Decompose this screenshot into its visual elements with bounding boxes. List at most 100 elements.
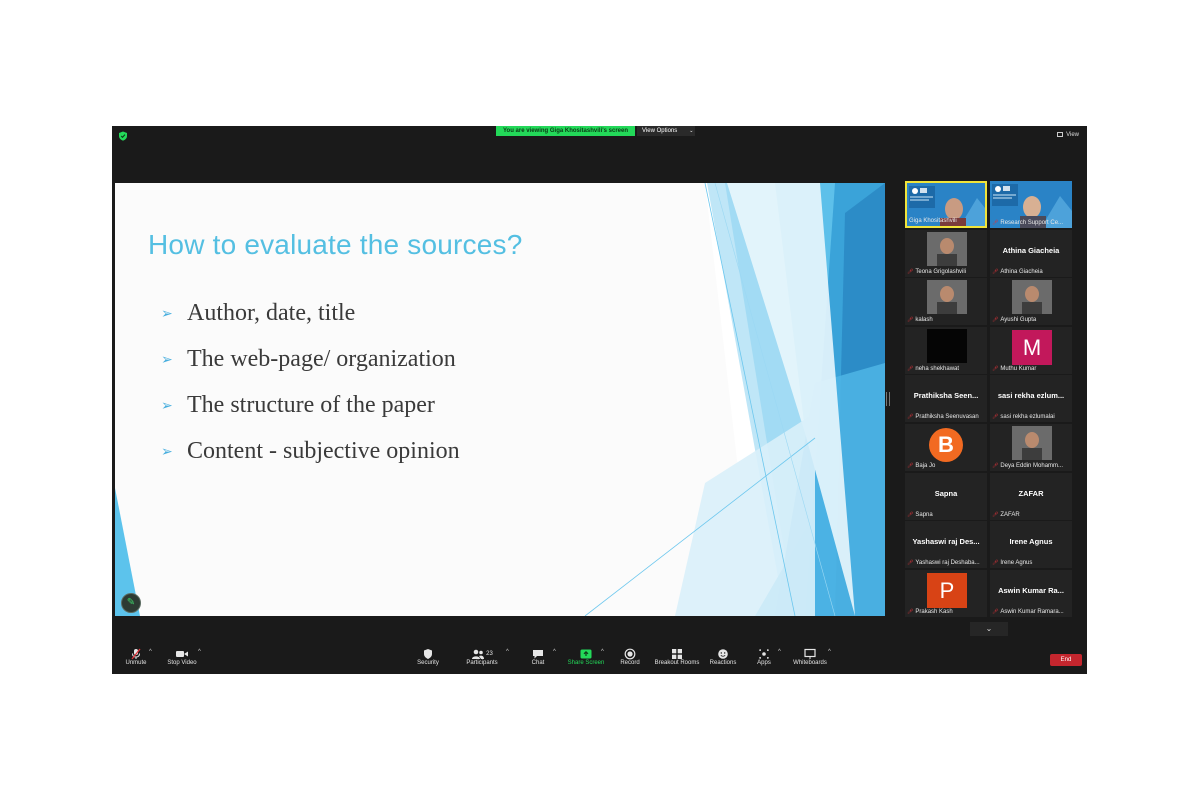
participant-display-name: Athina Giacheia — [1002, 245, 1060, 255]
muted-mic-icon: 🎤︎ — [992, 560, 999, 567]
muted-mic-icon: 🎤︎ — [992, 463, 999, 469]
stop-video-button[interactable]: Stop Video ^ — [160, 648, 204, 672]
reactions-smiley-icon — [701, 648, 745, 660]
participant-name: Muthu Kumar — [1000, 365, 1037, 372]
caret-up-icon[interactable]: ^ — [601, 649, 604, 655]
participant-tile[interactable]: 🎤︎ kalash — [905, 278, 987, 326]
caret-up-icon[interactable]: ^ — [553, 649, 556, 655]
caret-up-icon[interactable]: ^ — [149, 649, 152, 655]
participant-tile[interactable]: Athina Giacheia 🎤︎ Athina Giacheia — [990, 229, 1072, 277]
reactions-button[interactable]: Reactions — [701, 648, 745, 672]
participant-tile[interactable]: Aswin Kumar Ra... 🎤︎ Aswin Kumar Ramara... — [990, 569, 1072, 617]
bullet-text: Author, date, title — [187, 299, 356, 326]
unmute-label: Unmute — [125, 660, 147, 666]
whiteboards-button[interactable]: Whiteboards ^ — [788, 648, 832, 672]
view-options-label: View Options — [642, 128, 678, 134]
participant-tile[interactable]: P 🎤︎ Prakash Kash — [905, 569, 987, 617]
viewing-screen-banner: You are viewing Giga Khositashvili's scr… — [496, 126, 635, 136]
breakout-rooms-button[interactable]: Breakout Rooms — [651, 648, 703, 672]
muted-mic-icon: 🎤︎ — [992, 414, 999, 421]
muted-mic-icon: 🎤︎ — [907, 268, 914, 275]
bullet-arrow-icon: ➢ — [161, 396, 173, 413]
chat-button[interactable]: Chat ^ — [516, 648, 560, 672]
participant-display-name: Prathiksha Seen... — [913, 391, 979, 401]
muted-mic-icon: 🎤︎ — [992, 220, 999, 226]
share-screen-label: Share Screen — [567, 660, 605, 666]
participant-photo — [927, 280, 967, 315]
caret-up-icon[interactable]: ^ — [506, 649, 509, 655]
participant-name-label: 🎤︎ Aswin Kumar Ramara... — [992, 608, 1070, 616]
end-meeting-button[interactable]: End — [1050, 654, 1082, 666]
view-options-button[interactable]: View Options ⌄ — [637, 126, 695, 136]
muted-mic-icon: 🎤︎ — [907, 365, 914, 372]
participant-tile[interactable]: Giga Khositashvili — [905, 181, 987, 228]
apps-button[interactable]: Apps ^ — [742, 648, 786, 672]
participant-name-label: 🎤︎ sasi rekha ezlumalai — [992, 413, 1070, 421]
participant-name: Prathiksha Seenuvasan — [915, 414, 979, 421]
participant-name: Research Support Ce... — [1000, 220, 1064, 226]
participant-tile[interactable]: Prathiksha Seen... 🎤︎ Prathiksha Seenuvasa… — [905, 375, 987, 423]
participant-display-name: ZAFAR — [1018, 488, 1044, 498]
record-label: Record — [620, 660, 640, 666]
record-icon — [608, 648, 652, 660]
avatar-initial: B — [929, 428, 963, 462]
apps-label: Apps — [757, 660, 771, 666]
participant-display-name: Yashaswi raj Des... — [912, 537, 980, 547]
participants-label: Participants — [466, 660, 498, 666]
security-button[interactable]: Security — [406, 648, 450, 672]
panel-resize-handle[interactable] — [886, 392, 890, 406]
bullet-arrow-icon: ➢ — [161, 304, 173, 321]
share-screen-button[interactable]: Share Screen ^ — [564, 648, 608, 672]
stop-video-label: Stop Video — [167, 660, 197, 666]
shield-icon[interactable] — [118, 131, 128, 141]
participant-name-label: 🎤︎ Baja Jo — [907, 462, 985, 470]
participant-photo — [1012, 280, 1052, 315]
participant-display-name: sasi rekha ezlum... — [997, 391, 1065, 401]
caret-up-icon[interactable]: ^ — [198, 649, 201, 655]
bullet-text: The structure of the paper — [187, 391, 435, 418]
muted-mic-icon: 🎤︎ — [907, 414, 914, 421]
view-button[interactable]: View — [1057, 131, 1079, 139]
participant-tile[interactable]: sasi rekha ezlum... 🎤︎ sasi rekha ezlumala… — [990, 375, 1072, 423]
participant-name-label: 🎤︎ Athina Giacheia — [992, 268, 1070, 276]
shared-screen-slide: How to evaluate the sources? ➢ Author, da… — [115, 183, 885, 616]
participant-name-label: 🎤︎ Yashaswi raj Deshaba... — [907, 559, 985, 567]
participant-name: neha shekhawat — [915, 365, 960, 372]
participant-tile[interactable]: M 🎤︎ Muthu Kumar — [990, 326, 1072, 374]
gallery-scroll-down-button[interactable]: ⌄ — [970, 622, 1008, 636]
participant-name-label: 🎤︎ Teona Grigolashvili — [907, 268, 985, 276]
slide-title: How to evaluate the sources? — [148, 229, 523, 260]
caret-up-icon[interactable]: ^ — [778, 649, 781, 655]
participant-name: Ayushi Gupta — [1000, 317, 1037, 324]
record-button[interactable]: Record — [608, 648, 652, 672]
participant-tile[interactable]: 🎤︎ Research Support Ce... — [990, 181, 1072, 228]
caret-up-icon[interactable]: ^ — [828, 649, 831, 655]
participant-tile[interactable]: Irene Agnus 🎤︎ Irene Agnus — [990, 521, 1072, 569]
reactions-label: Reactions — [709, 660, 737, 666]
participant-tile[interactable]: B 🎤︎ Baja Jo — [905, 424, 987, 471]
annotate-pen-icon[interactable]: ✎ — [121, 593, 141, 613]
breakout-rooms-icon — [651, 648, 703, 660]
participant-photo — [927, 328, 967, 363]
participant-tile[interactable]: 🎤︎ Teona Grigolashvili — [905, 229, 987, 277]
participants-button[interactable]: 23 Participants ^ — [460, 648, 509, 672]
participant-photo — [927, 231, 967, 266]
participant-name-label: 🎤︎ Irene Agnus — [992, 559, 1070, 567]
muted-mic-icon: 🎤︎ — [907, 560, 914, 567]
participant-tile[interactable]: 🎤︎ neha shekhawat — [905, 326, 987, 374]
muted-mic-icon: 🎤︎ — [992, 608, 999, 615]
security-shield-icon — [406, 648, 450, 660]
participant-display-name: Sapna — [934, 488, 958, 498]
participant-tile[interactable]: Yashaswi raj Des... 🎤︎ Yashaswi raj Deshab… — [905, 521, 987, 569]
muted-mic-icon: 🎤︎ — [992, 268, 999, 275]
participant-tile[interactable]: 🎤︎ Deya Eddin Mohamm... — [990, 424, 1072, 471]
participant-name: Giga Khositashvili — [909, 218, 957, 224]
unmute-button[interactable]: Unmute ^ — [114, 648, 158, 672]
participant-tile[interactable]: Sapna 🎤︎ Sapna — [905, 472, 987, 520]
slide-bullet: ➢ The web-page/ organization — [161, 344, 456, 374]
participant-tile[interactable]: ZAFAR 🎤︎ ZAFAR — [990, 472, 1072, 520]
participant-name: Deya Eddin Mohamm... — [1000, 463, 1064, 469]
participant-name-label: 🎤︎ kalash — [907, 316, 985, 324]
participant-tile[interactable]: 🎤︎ Ayushi Gupta — [990, 278, 1072, 326]
muted-mic-icon: 🎤︎ — [907, 511, 914, 518]
